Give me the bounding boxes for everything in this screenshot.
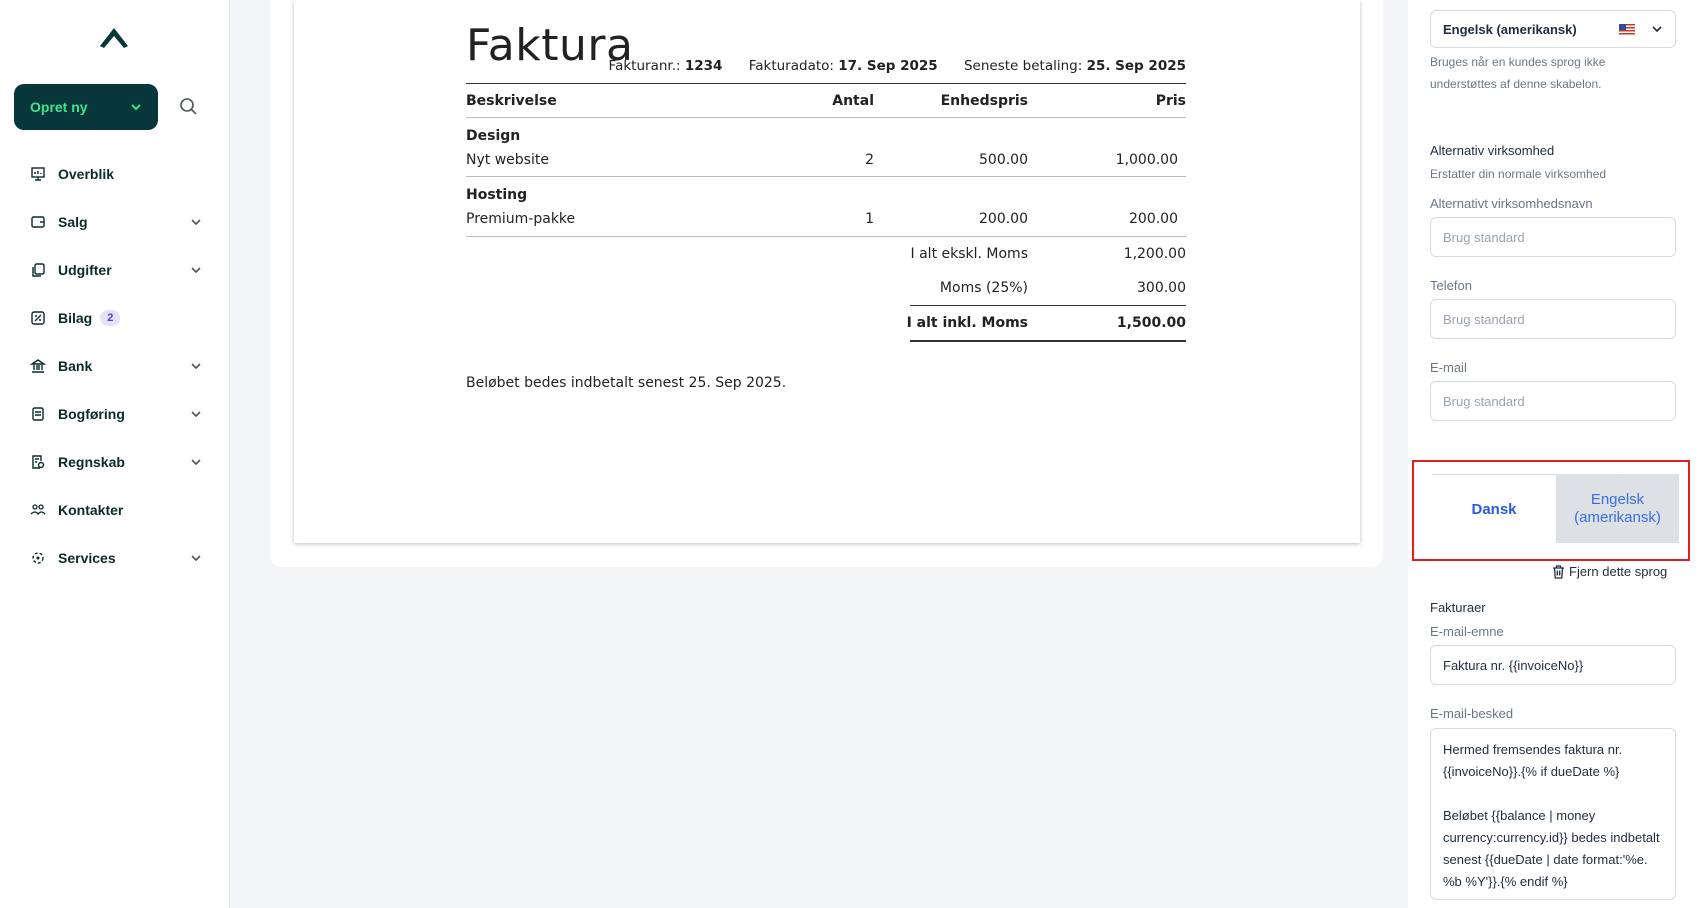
column-header: Pris [1155,93,1186,109]
create-new-button[interactable]: Opret ny [14,84,158,130]
sidebar-item-label: Bilag [58,310,93,326]
subtotal-label: I alt ekskl. Moms [910,246,1028,262]
ledger-icon [32,407,44,421]
alt-name-input[interactable] [1430,217,1676,257]
alt-business-help: Erstatter din normale virksomhed [1430,167,1607,181]
email-message-label: E-mail-besked [1430,706,1514,721]
divider [466,236,1186,237]
vat-value: 300.00 [1137,280,1186,296]
sidebar-item-bilag[interactable]: Bilag 2 [0,294,230,342]
invoice-meta: Fakturanr.: 1234 Fakturadato: 17. Sep 20… [587,58,1186,74]
remove-language-button[interactable]: Fjern dette sprog [1552,564,1667,579]
sidebar-item-label: Regnskab [58,454,125,470]
sidebar-item-label: Overblik [58,166,115,182]
alt-name-label: Alternativt virksomhedsnavn [1430,196,1593,211]
sidebar-item-label: Bank [58,358,93,374]
language-select[interactable]: Engelsk (amerikansk) [1430,10,1676,48]
chevron-down-icon [1652,26,1662,33]
sidebar: Opret ny Overblik Salg Udgifter Bilag 2 … [0,0,230,908]
settings-panel: Engelsk (amerikansk) Bruges når en kunde… [1408,0,1708,908]
sidebar-item-label: Services [58,550,116,566]
us-flag-icon [1619,23,1635,35]
divider [910,305,1186,306]
logo-icon[interactable] [94,26,134,52]
sidebar-item-udgifter[interactable]: Udgifter [0,246,230,294]
payment-note: Beløbet bedes indbetalt senest 25. Sep 2… [466,375,787,391]
sidebar-item-label: Udgifter [58,262,112,278]
divider [466,176,1186,177]
sidebar-item-kontakter[interactable]: Kontakter [0,486,230,534]
language-tabs-highlight: Dansk Engelsk (amerikansk) [1412,460,1690,561]
receipt-icon [31,311,45,325]
group-name: Design [466,128,521,144]
services-icon [32,552,44,564]
divider [466,117,1186,118]
line-description: Premium-pakke [466,211,576,227]
email-subject-label: E-mail-emne [1430,624,1504,639]
trash-icon [1553,564,1564,579]
presentation-icon [31,167,45,181]
copy-icon [32,263,45,277]
chevron-down-icon [131,104,141,111]
sidebar-item-regnskab[interactable]: Regnskab [0,438,230,486]
report-icon [32,455,45,469]
chevron-down-icon [191,363,201,370]
line-unit-price: 500.00 [979,152,1028,168]
sidebar-item-label: Kontakter [58,502,124,518]
email-message-textarea[interactable]: Hermed fremsendes faktura nr. {{invoiceN… [1430,728,1676,900]
search-icon[interactable] [178,96,200,118]
count-badge: 2 [100,310,121,326]
tab-dansk[interactable]: Dansk [1432,474,1556,543]
vat-label: Moms (25%) [939,280,1028,296]
create-new-label: Opret ny [30,99,88,115]
divider [910,340,1186,342]
divider [466,83,1186,84]
phone-label: Telefon [1430,278,1472,293]
subtotal-value: 1,200.00 [1123,246,1186,262]
email-input[interactable] [1430,381,1676,421]
sidebar-item-label: Bogføring [58,406,125,422]
column-header: Beskrivelse [466,93,557,109]
sidebar-item-bogforing[interactable]: Bogføring [0,390,230,438]
invoices-title: Fakturaer [1430,600,1486,615]
line-quantity: 2 [865,152,874,168]
invoice-due: Seneste betaling: 25. Sep 2025 [963,58,1186,74]
line-description: Nyt website [466,152,549,168]
sidebar-item-overblik[interactable]: Overblik [0,150,230,198]
group-name: Hosting [466,187,528,203]
tab-english-us[interactable]: Engelsk (amerikansk) [1556,474,1679,543]
sidebar-nav: Overblik Salg Udgifter Bilag 2 Bank Bogf… [0,150,230,582]
line-unit-price: 200.00 [979,211,1028,227]
sidebar-item-label: Salg [58,214,88,230]
phone-input[interactable] [1430,299,1676,339]
invoice-date: Fakturadato: 17. Sep 2025 [748,58,938,74]
chevron-down-icon [191,555,201,562]
chevron-down-icon [191,411,201,418]
sidebar-item-salg[interactable]: Salg [0,198,230,246]
line-quantity: 1 [865,211,874,227]
wallet-icon [31,216,45,228]
column-header: Antal [832,93,874,109]
bank-icon [30,359,46,373]
people-icon [30,504,46,516]
language-help: Bruges når en kundes sprog ikke understø… [1430,55,1606,91]
line-price: 1,000.00 [1115,152,1178,168]
total-value: 1,500.00 [1116,315,1186,331]
invoice-paper [294,0,1360,543]
sidebar-item-bank[interactable]: Bank [0,342,230,390]
column-header: Enhedspris [940,93,1028,109]
line-price: 200.00 [1129,211,1178,227]
email-label: E-mail [1430,360,1467,375]
invoice-number: Fakturanr.: 1234 [608,58,723,74]
chevron-down-icon [191,267,201,274]
alt-business-title: Alternativ virksomhed [1430,143,1555,158]
remove-language-label: Fjern dette sprog [1569,564,1668,579]
chevron-down-icon [191,459,201,466]
language-select-value: Engelsk (amerikansk) [1443,21,1577,37]
email-subject-input[interactable] [1430,645,1676,685]
sidebar-item-services[interactable]: Services [0,534,230,582]
chevron-down-icon [191,219,201,226]
total-label: I alt inkl. Moms [906,315,1028,331]
